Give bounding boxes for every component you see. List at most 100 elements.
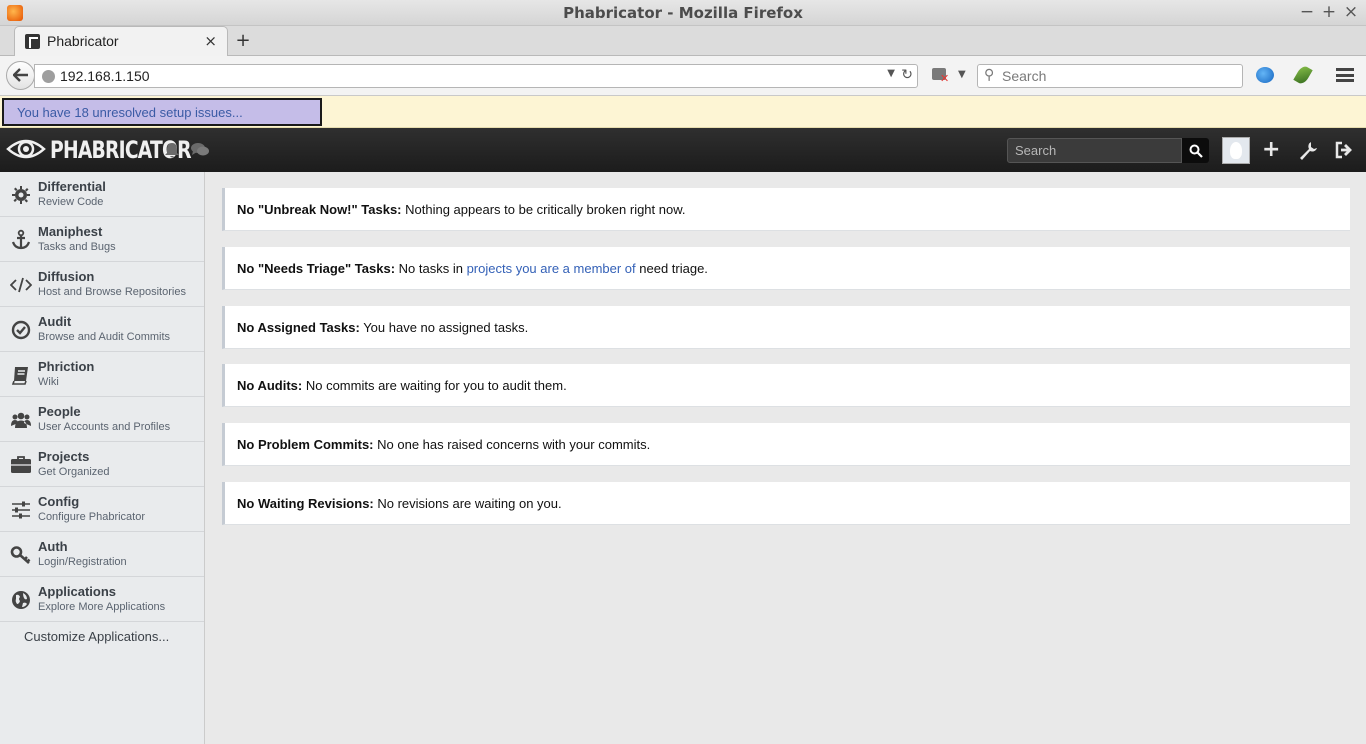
sliders-icon [12, 501, 30, 519]
sidebar-item-name: Projects [38, 449, 90, 464]
sidebar-item-desc: Host and Browse Repositories [38, 286, 186, 298]
panel-needs-triage: No "Needs Triage" Tasks: No tasks in pro… [222, 247, 1350, 290]
sidebar-item-phriction[interactable]: Phriction Wiki [0, 352, 204, 397]
sidebar-item-desc: Wiki [38, 376, 59, 388]
sidebar-item-desc: Configure Phabricator [38, 511, 146, 523]
browser-search-placeholder: Search [1002, 68, 1047, 84]
tab-close-icon[interactable]: × [204, 32, 217, 50]
panel-audits: No Audits: No commits are waiting for yo… [222, 364, 1350, 407]
panel-unbreak-now: No "Unbreak Now!" Tasks: Nothing appears… [222, 188, 1350, 231]
sidebar-item-desc: Explore More Applications [38, 601, 166, 613]
sidebar-item-config[interactable]: Config Configure Phabricator [0, 487, 204, 532]
window-close-button[interactable]: × [1341, 2, 1361, 22]
panel-text: need triage. [635, 261, 708, 276]
panel-title: No "Needs Triage" Tasks: [237, 261, 396, 276]
bell-icon[interactable] [164, 142, 180, 159]
addon-blocked-icon[interactable]: ✕ [932, 66, 950, 85]
back-arrow-icon [11, 68, 28, 82]
briefcase-icon [11, 456, 31, 473]
check-circle-icon [11, 320, 31, 340]
sidebar-item-name: Audit [38, 314, 72, 329]
panel-text: No revisions are waiting on you. [373, 496, 562, 511]
sidebar-item-name: Maniphest [38, 224, 103, 239]
panel-title: No "Unbreak Now!" Tasks: [237, 202, 402, 217]
sidebar-item-name: Differential [38, 179, 106, 194]
customize-applications-link[interactable]: Customize Applications... [24, 629, 169, 644]
sidebar-item-name: Config [38, 494, 80, 509]
wrench-icon[interactable] [1298, 140, 1318, 160]
url-text: 192.168.1.150 [60, 68, 150, 84]
application-sidebar: Differential Review Code Maniphest Tasks… [0, 172, 205, 744]
sidebar-item-desc: Tasks and Bugs [38, 241, 116, 253]
sidebar-item-projects[interactable]: Projects Get Organized [0, 442, 204, 487]
sidebar-item-auth[interactable]: Auth Login/Registration [0, 532, 204, 577]
sidebar-item-desc: User Accounts and Profiles [38, 421, 171, 433]
window-titlebar: Phabricator - Mozilla Firefox − + × [0, 0, 1366, 26]
url-bar[interactable]: 192.168.1.150 ▼ ↻ [34, 64, 918, 88]
panel-text: No one has raised concerns with your com… [373, 437, 651, 452]
phabricator-eye-icon[interactable] [6, 135, 46, 163]
menu-icon[interactable] [1336, 68, 1354, 82]
users-icon [11, 412, 31, 428]
new-tab-button[interactable]: + [234, 30, 252, 51]
sidebar-item-desc: Browse and Audit Commits [38, 331, 171, 343]
panel-text: No commits are waiting for you to audit … [302, 378, 567, 393]
sidebar-item-name: Phriction [38, 359, 95, 374]
book-icon [11, 367, 28, 385]
panel-title: No Waiting Revisions: [237, 496, 374, 511]
panel-text: Nothing appears to be critically broken … [401, 202, 686, 217]
user-avatar[interactable] [1222, 137, 1250, 164]
back-button[interactable] [6, 61, 35, 90]
extension-blue-icon[interactable] [1256, 67, 1274, 83]
tab-phabricator[interactable]: Phabricator × [14, 26, 228, 56]
addon-dropdown-icon[interactable]: ▼ [958, 69, 966, 80]
sidebar-item-people[interactable]: People User Accounts and Profiles [0, 397, 204, 442]
sidebar-item-name: People [38, 404, 81, 419]
key-icon [10, 546, 31, 564]
maximize-button[interactable]: + [1319, 2, 1339, 22]
sidebar-item-audit[interactable]: Audit Browse and Audit Commits [0, 307, 204, 352]
globe-icon [42, 70, 55, 83]
url-dropdown-icon[interactable]: ▼ [887, 68, 895, 79]
panel-problem-commits: No Problem Commits: No one has raised co… [222, 423, 1350, 466]
sidebar-item-name: Diffusion [38, 269, 95, 284]
panel-title: No Audits: [237, 378, 303, 393]
phabricator-search-button[interactable] [1182, 138, 1209, 163]
projects-member-link[interactable]: projects you are a member of [467, 261, 636, 276]
search-icon: ⚲ [984, 67, 995, 83]
phabricator-search-input[interactable]: Search [1007, 138, 1182, 163]
search-icon [1189, 144, 1203, 158]
sidebar-item-desc: Login/Registration [38, 556, 127, 568]
sidebar-item-diffusion[interactable]: Diffusion Host and Browse Repositories [0, 262, 204, 307]
sidebar-item-differential[interactable]: Differential Review Code [0, 172, 204, 217]
sidebar-item-maniphest[interactable]: Maniphest Tasks and Bugs [0, 217, 204, 262]
nav-toolbar: 192.168.1.150 ▼ ↻ ⚲ Search [0, 56, 1366, 96]
phabricator-search-placeholder: Search [1015, 143, 1057, 158]
panel-assigned-tasks: No Assigned Tasks: You have no assigned … [222, 306, 1350, 349]
panel-title: No Problem Commits: [237, 437, 374, 452]
panel-title: No Assigned Tasks: [237, 320, 360, 335]
setup-issues-link[interactable]: You have 18 unresolved setup issues... [2, 98, 322, 126]
tab-label: Phabricator [47, 33, 119, 49]
sidebar-item-name: Auth [38, 539, 68, 554]
setup-issues-text: You have 18 unresolved setup issues... [17, 105, 243, 120]
anchor-icon [11, 229, 31, 250]
panel-text: No tasks in [395, 261, 467, 276]
create-plus-icon[interactable]: + [1262, 139, 1280, 161]
chat-icon[interactable] [190, 142, 210, 158]
window-title: Phabricator - Mozilla Firefox [563, 4, 803, 22]
tab-strip: Phabricator × + [0, 26, 1366, 56]
sidebar-item-desc: Review Code [38, 196, 104, 208]
sidebar-item-name: Applications [38, 584, 117, 599]
code-icon [10, 277, 32, 293]
sidebar-item-applications[interactable]: Applications Explore More Applications [0, 577, 204, 622]
logout-icon[interactable] [1334, 140, 1354, 160]
globe-icon [12, 591, 30, 609]
browser-search-input[interactable]: ⚲ Search [977, 64, 1243, 88]
minimize-button[interactable]: − [1297, 2, 1317, 22]
gear-icon [12, 186, 30, 204]
panel-text: You have no assigned tasks. [359, 320, 529, 335]
setup-issues-banner: You have 18 unresolved setup issues... [0, 96, 1366, 128]
reload-icon[interactable]: ↻ [901, 67, 913, 83]
sidebar-item-desc: Get Organized [38, 466, 110, 478]
